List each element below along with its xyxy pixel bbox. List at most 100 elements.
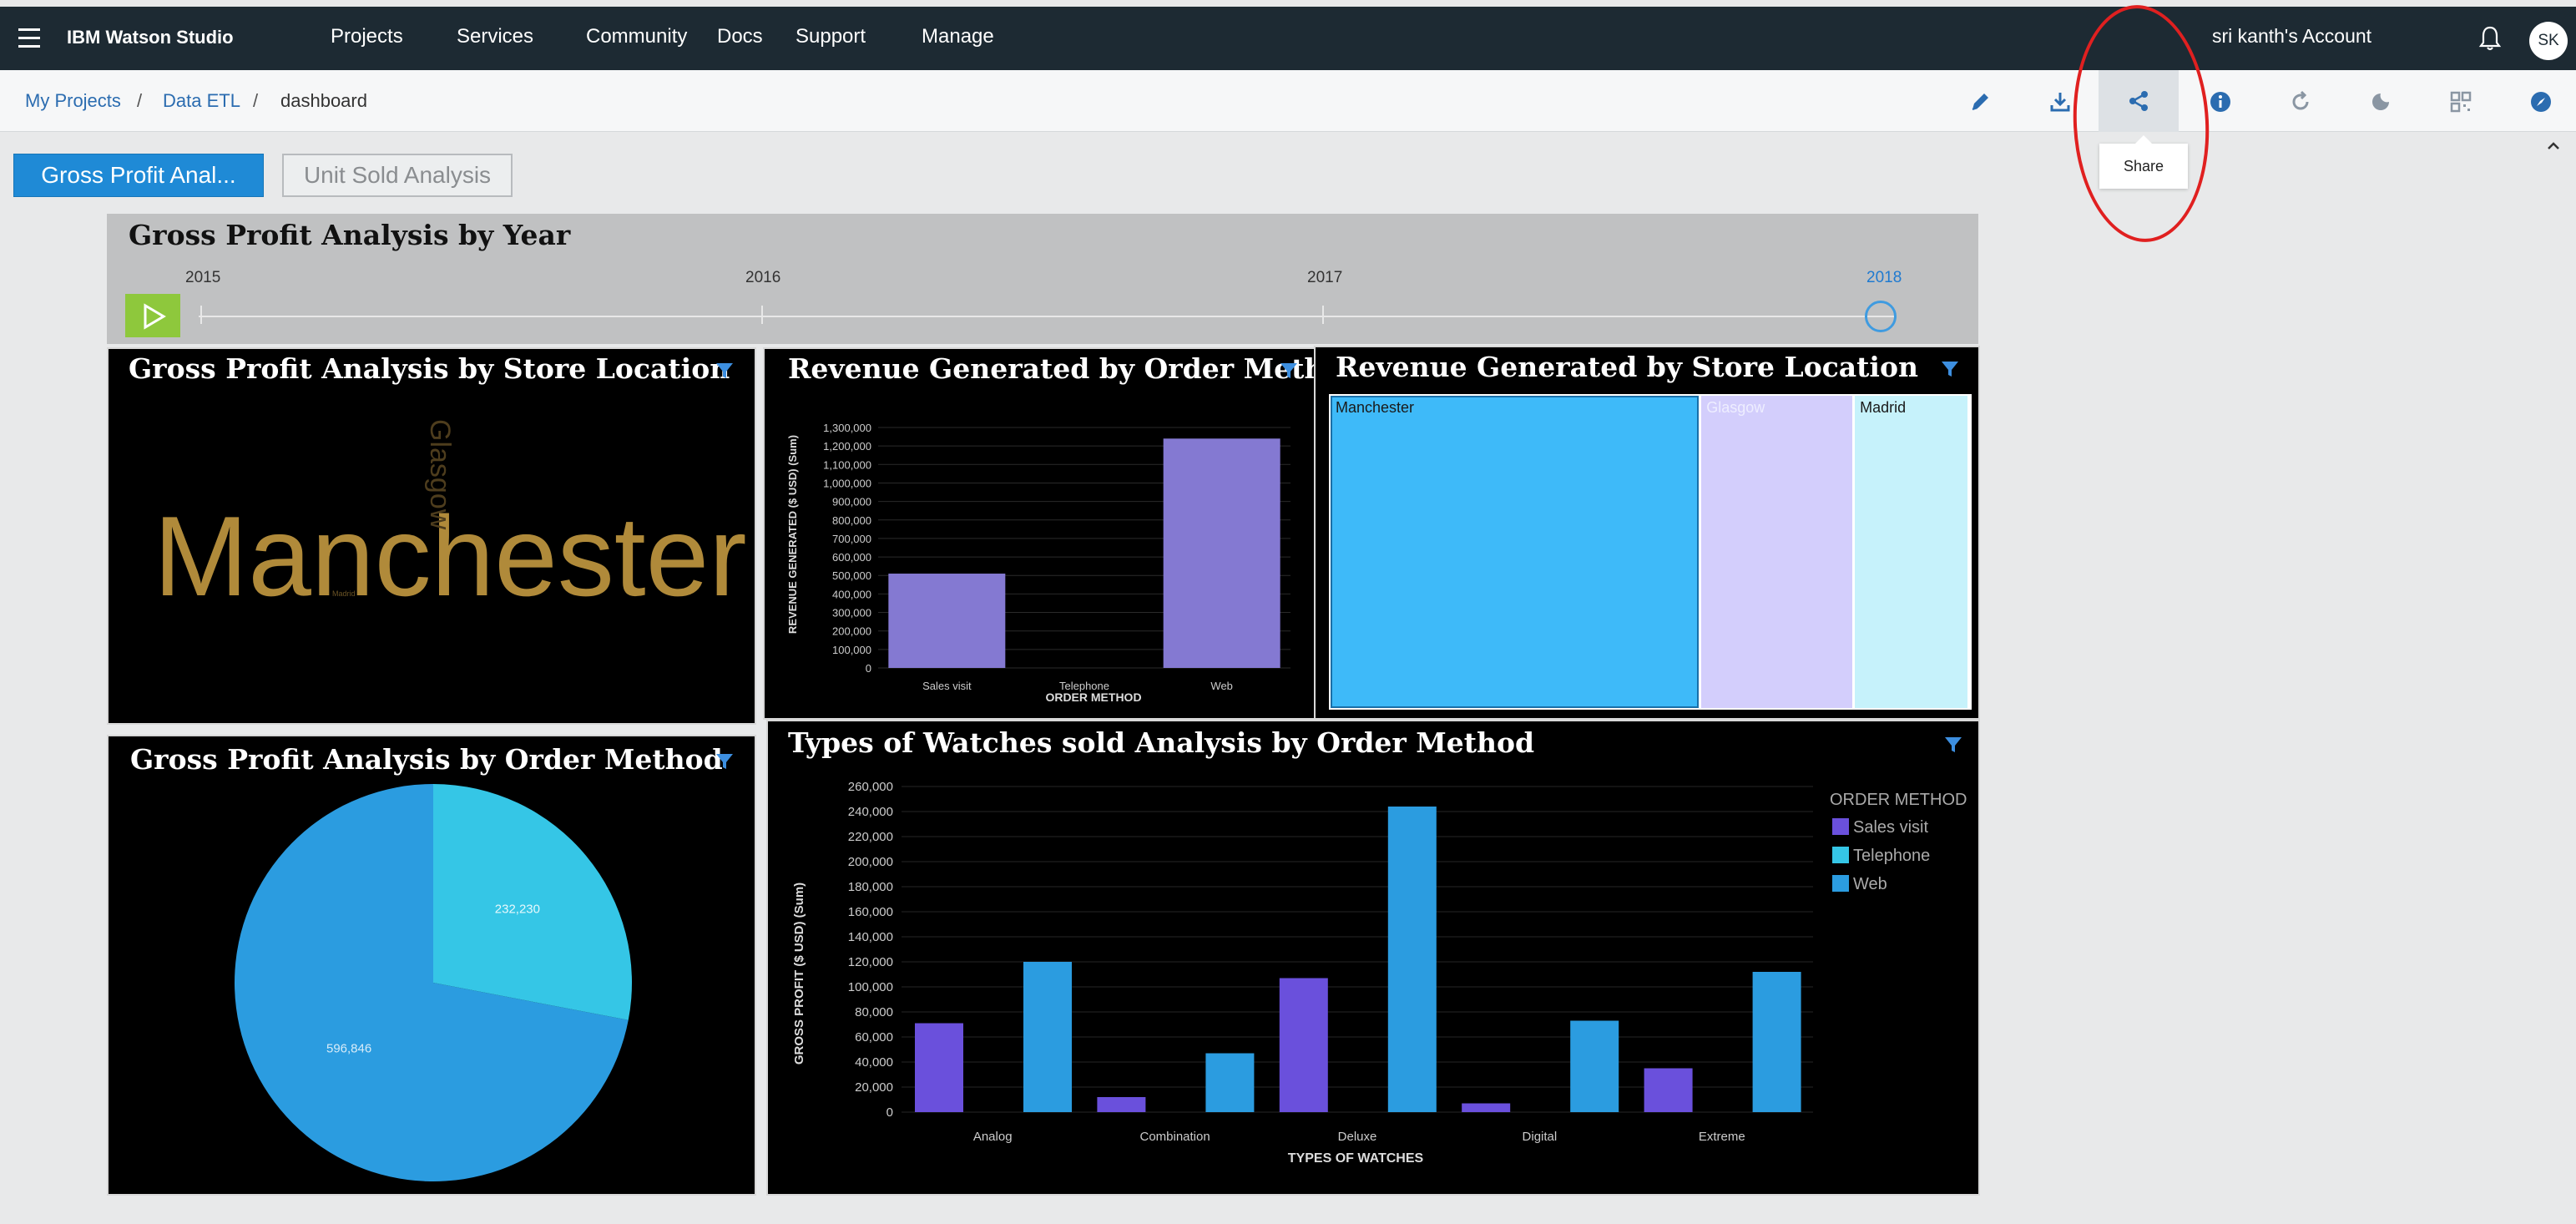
edit-icon[interactable]	[1963, 85, 1997, 119]
bar-digital-web[interactable]	[1570, 1020, 1619, 1113]
notification-bell-icon[interactable]	[2478, 25, 2503, 52]
x-axis-label: ORDER METHOD	[1045, 690, 1141, 704]
treemap-chart: Manchester Glasgow Madrid	[1329, 394, 1972, 710]
filter-icon[interactable]	[1940, 359, 1960, 379]
breadcrumb-data-etl[interactable]: Data ETL	[163, 90, 240, 112]
tab-gross-profit-analysis[interactable]: Gross Profit Anal...	[13, 154, 264, 197]
treemap-cell-madrid[interactable]: Madrid	[1855, 396, 1970, 708]
bar-digital-sales-visit[interactable]	[1462, 1103, 1511, 1113]
legend-label-telephone[interactable]: Telephone	[1853, 847, 1930, 865]
y-tick-label: 20,000	[855, 1080, 893, 1095]
chevron-up-icon[interactable]	[2544, 137, 2563, 155]
watches-order-method-panel: Types of Watches sold Analysis by Order …	[766, 720, 1980, 1196]
y-tick-label: 180,000	[848, 880, 893, 894]
x-tick-label: Web	[1210, 680, 1233, 692]
pie-chart: 596,846 232,230	[235, 784, 633, 1181]
revenue-store-location-panel: Revenue Generated by Store Location Manc…	[1314, 346, 1980, 720]
brand-logo[interactable]: IBM Watson Studio	[67, 27, 234, 48]
year-label-selected[interactable]: 2018	[1866, 269, 1902, 287]
x-tick-label: Sales visit	[922, 680, 972, 692]
download-icon[interactable]	[2043, 85, 2077, 119]
slider-tick	[1322, 306, 1324, 324]
year-label[interactable]: 2015	[185, 269, 220, 287]
y-tick-label: 1,100,000	[823, 458, 871, 471]
panel-title: Gross Profit Analysis by Year	[129, 219, 571, 251]
y-tick-label: 300,000	[832, 607, 871, 620]
year-label[interactable]: 2016	[745, 269, 780, 287]
filter-icon[interactable]	[715, 361, 735, 381]
wordcloud-word-madrid[interactable]: Madrid	[332, 589, 356, 598]
revenue-bar-chart: 1,300,000 1,200,000 1,100,000 1,000,000 900,…	[786, 422, 1291, 704]
legend-swatch-sales-visit	[1832, 818, 1849, 835]
avatar[interactable]: SK	[2529, 22, 2568, 60]
y-tick-label: 200,000	[848, 855, 893, 869]
explore-icon[interactable]	[2524, 85, 2558, 119]
account-menu[interactable]: sri kanth's Account	[2212, 25, 2371, 48]
slider-tick	[200, 306, 202, 324]
y-tick-label: 80,000	[855, 1005, 893, 1019]
treemap-cell-glasgow[interactable]: Glasgow	[1701, 396, 1856, 708]
y-tick-label: 0	[866, 662, 871, 675]
y-tick-label: 900,000	[832, 496, 871, 508]
bar-extreme-sales-visit[interactable]	[1644, 1068, 1693, 1113]
legend-label-sales-visit[interactable]: Sales visit	[1853, 818, 1928, 837]
breadcrumb-separator: /	[253, 90, 259, 111]
theme-icon[interactable]	[2364, 85, 2397, 119]
panel-title: Revenue Generated by Order Method	[788, 352, 1316, 385]
nav-item-docs[interactable]: Docs	[717, 25, 763, 48]
play-icon	[144, 303, 166, 330]
year-slider-track[interactable]	[199, 316, 1895, 317]
y-tick-label: 40,000	[855, 1055, 893, 1070]
info-icon[interactable]	[2204, 85, 2237, 119]
x-tick-label: Analog	[973, 1130, 1013, 1144]
y-tick-label: 120,000	[848, 955, 893, 969]
bar-combination-sales-visit[interactable]	[1097, 1097, 1146, 1112]
y-tick-label: 140,000	[848, 930, 893, 944]
y-tick-label: 200,000	[832, 625, 871, 638]
year-label[interactable]: 2017	[1307, 269, 1342, 287]
nav-item-services[interactable]: Services	[457, 25, 533, 48]
pie-value-label: 232,230	[495, 903, 540, 917]
bar-web[interactable]	[1163, 438, 1280, 668]
nav-item-community[interactable]: Community	[586, 25, 687, 48]
bar-analog-sales-visit[interactable]	[915, 1023, 963, 1113]
store-location-profit-panel: Gross Profit Analysis by Store Location …	[107, 347, 756, 725]
layout-icon[interactable]	[2444, 85, 2478, 119]
year-slider-handle[interactable]	[1865, 301, 1897, 332]
bar-extreme-web[interactable]	[1752, 972, 1801, 1112]
x-tick-label: Combination	[1139, 1130, 1210, 1144]
hamburger-menu-icon[interactable]	[18, 28, 40, 48]
bar-analog-web[interactable]	[1023, 962, 1072, 1112]
y-axis-label: REVENUE GENERATED ($ USD) (Sum)	[786, 435, 799, 634]
nav-item-manage[interactable]: Manage	[922, 25, 994, 48]
treemap-cell-manchester[interactable]: Manchester	[1331, 396, 1702, 708]
nav-item-support[interactable]: Support	[796, 25, 866, 48]
wordcloud-word-glasgow[interactable]: Glasgow	[423, 419, 456, 529]
y-tick-label: 1,200,000	[823, 440, 871, 453]
x-tick-label: Extreme	[1699, 1130, 1745, 1144]
year-slider-panel: Gross Profit Analysis by Year 2015 2016 …	[107, 214, 1978, 344]
bar-deluxe-web[interactable]	[1387, 807, 1437, 1112]
panel-title: Gross Profit Analysis by Store Location	[129, 352, 730, 385]
filter-icon[interactable]	[1279, 361, 1299, 381]
refresh-icon[interactable]	[2284, 85, 2317, 119]
y-tick-label: 160,000	[848, 905, 893, 919]
nav-item-projects[interactable]: Projects	[331, 25, 403, 48]
legend-swatch-telephone	[1832, 847, 1849, 863]
revenue-order-method-panel: Revenue Generated by Order Method 1,300,…	[763, 347, 1316, 720]
x-axis-label: TYPES OF WATCHES	[1288, 1151, 1424, 1166]
breadcrumb-current-dashboard: dashboard	[280, 90, 367, 111]
breadcrumb-my-projects[interactable]: My Projects	[25, 90, 121, 112]
bar-combination-web[interactable]	[1205, 1053, 1255, 1113]
bar-sales-visit[interactable]	[888, 574, 1006, 668]
legend-label-web[interactable]: Web	[1853, 875, 1887, 893]
x-tick-label: Deluxe	[1338, 1130, 1377, 1144]
y-tick-label: 700,000	[832, 533, 871, 545]
bar-deluxe-sales-visit[interactable]	[1279, 978, 1328, 1113]
legend-title: ORDER METHOD	[1830, 791, 1967, 809]
play-button[interactable]	[125, 294, 180, 337]
y-tick-label: 800,000	[832, 514, 871, 527]
y-tick-label: 260,000	[848, 780, 893, 794]
tab-unit-sold-analysis[interactable]: Unit Sold Analysis	[282, 154, 513, 197]
y-tick-label: 1,000,000	[823, 477, 871, 489]
